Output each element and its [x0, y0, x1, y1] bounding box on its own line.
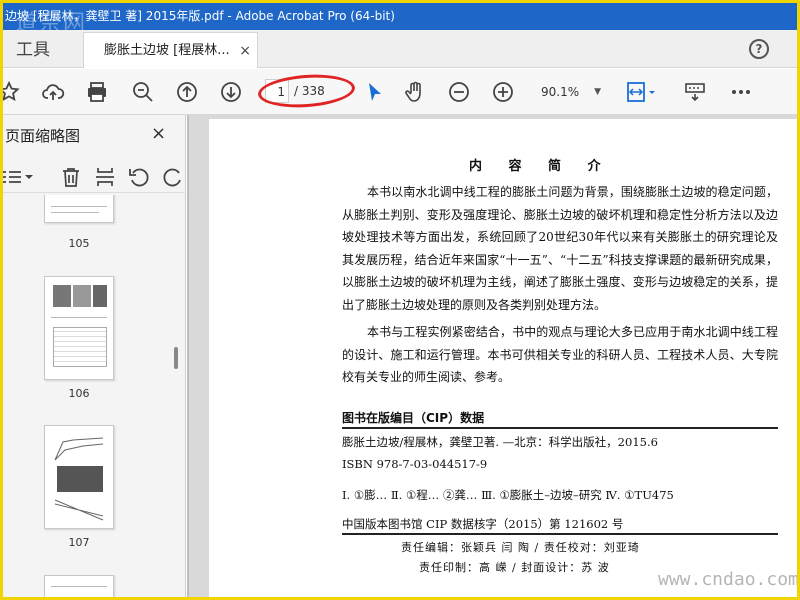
chevron-down-icon: ▼	[594, 87, 601, 97]
highlight-annotation-oval	[257, 71, 356, 111]
thumbnail-page-106[interactable]	[44, 276, 114, 380]
tab-bar: 工具 膨胀土边坡 [程展林... × ?	[3, 30, 797, 68]
zoom-level-value: 90.1%	[541, 85, 580, 99]
credit-editors: 责任编辑：张颖兵 闫 陶 / 责任校对：刘亚琦	[401, 541, 640, 554]
document-viewport: 内 容 简 介 本书以南水北调中线工程的膨胀土问题为背景，围绕膨胀土边坡的稳定问…	[187, 115, 797, 597]
tab-tools[interactable]: 工具	[3, 30, 81, 68]
panel-toolbar	[3, 161, 186, 193]
title-bar: 边坡 [程展林，龚壁卫 著] 2015年版.pdf - Adobe Acroba…	[3, 3, 797, 30]
scroll-mode-icon[interactable]	[683, 80, 707, 104]
cip-book-line: 膨胀土边坡/程展林，龚壁卫著. —北京：科学出版社，2015.6	[342, 435, 658, 449]
panel-close-icon[interactable]: ×	[151, 123, 166, 144]
tab-document-label: 膨胀土边坡 [程展林...	[104, 43, 230, 58]
thumbnail-page-105[interactable]	[44, 195, 114, 223]
rotate-right-icon[interactable]	[161, 165, 185, 189]
app-window: 边坡 [程展林，龚壁卫 著] 2015年版.pdf - Adobe Acroba…	[3, 3, 797, 597]
star-icon[interactable]	[3, 80, 21, 104]
more-icon[interactable]	[729, 80, 753, 104]
intro-paragraph-1: 本书以南水北调中线工程的膨胀土问题为背景，围绕膨胀土边坡的稳定问题，从膨胀土判别…	[342, 185, 778, 312]
divider	[342, 533, 778, 535]
zoom-minus-icon[interactable]	[447, 80, 471, 104]
cip-isbn-line: ISBN 978-7-03-044517-9	[342, 457, 488, 471]
intro-paragraph-2: 本书与工程实例紧密结合，书中的观点与理论大多已应用于南水北调中线工程的设计、施工…	[342, 325, 778, 384]
cip-class-line: Ⅰ. ①膨… Ⅱ. ①程… ②龚… Ⅲ. ①膨胀土–边坡–研究 Ⅳ. ①TU47…	[342, 488, 674, 502]
page-up-icon[interactable]	[175, 80, 199, 104]
cloud-upload-icon[interactable]	[41, 80, 65, 104]
thumbnail-figure	[53, 285, 71, 307]
select-arrow-icon[interactable]	[363, 80, 387, 104]
watermark-bottom: www.cndao.com	[658, 569, 797, 590]
fit-page-icon[interactable]	[625, 80, 659, 104]
panel-scrollbar[interactable]	[174, 347, 178, 369]
options-menu-icon[interactable]	[3, 165, 35, 189]
thumbnail-page-108[interactable]	[44, 575, 114, 597]
page-heading: 内 容 简 介	[469, 159, 612, 174]
panel-title: 页面缩略图	[5, 127, 81, 145]
trash-icon[interactable]	[59, 165, 83, 189]
credit-printing: 责任印制：高 嵘 / 封面设计：苏 波	[419, 561, 610, 574]
page-down-icon[interactable]	[219, 80, 243, 104]
help-icon[interactable]: ?	[749, 39, 769, 59]
thumbnail-label: 106	[68, 387, 90, 400]
extract-page-icon[interactable]	[93, 165, 117, 189]
thumbnail-page-107[interactable]	[44, 425, 114, 529]
thumbnail-panel: 页面缩略图 × 105 106 107	[3, 115, 186, 597]
toolbar: 1 / 338 90.1% ▼	[3, 69, 797, 115]
zoom-level-select[interactable]: 90.1% ▼	[535, 80, 607, 104]
divider	[342, 427, 778, 429]
thumbnail-label: 107	[68, 536, 90, 549]
pdf-page: 内 容 简 介 本书以南水北调中线工程的膨胀土问题为背景，围绕膨胀土边坡的稳定问…	[209, 119, 797, 597]
print-icon[interactable]	[85, 80, 109, 104]
hand-icon[interactable]	[403, 80, 427, 104]
thumbnail-chart	[54, 437, 104, 461]
cip-heading: 图书在版编目（CIP）数据	[342, 411, 485, 425]
rotate-left-icon[interactable]	[127, 165, 151, 189]
thumbnail-label: 105	[68, 237, 90, 250]
thumbnail-list: 105 106 107	[3, 195, 173, 597]
window-title: 边坡 [程展林，龚壁卫 著] 2015年版.pdf - Adobe Acroba…	[5, 9, 395, 23]
tab-document[interactable]: 膨胀土边坡 [程展林... ×	[83, 32, 258, 68]
cip-number-line: 中国版本图书馆 CIP 数据核字（2015）第 121602 号	[342, 517, 624, 531]
zoom-plus-icon[interactable]	[491, 80, 515, 104]
zoom-out-magnifier-icon[interactable]	[131, 80, 155, 104]
tab-close-icon[interactable]: ×	[239, 33, 251, 68]
